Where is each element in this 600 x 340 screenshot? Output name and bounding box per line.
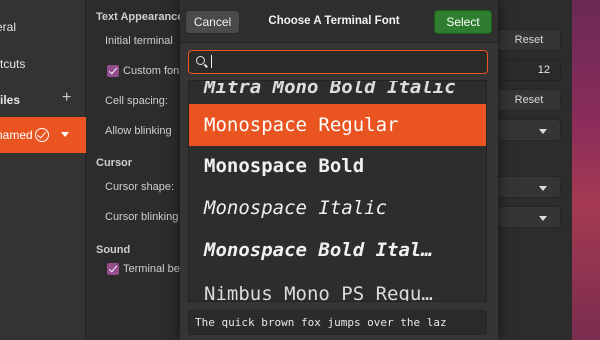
cancel-button[interactable]: Cancel <box>185 10 240 34</box>
text-cursor <box>211 55 212 68</box>
sidebar-item-unnamed-profile[interactable]: named <box>0 117 86 153</box>
custom-font-label: Custom fon <box>123 65 180 77</box>
cursor-blinking-dropdown[interactable] <box>497 206 561 228</box>
default-profile-check-icon <box>35 128 49 142</box>
cursor-blinking-label: Cursor blinking <box>105 211 179 223</box>
terminal-bell-label: Terminal be <box>123 263 180 275</box>
cursor-shape-label: Cursor shape: <box>105 181 175 193</box>
dialog-header: Cancel Choose A Terminal Font Select <box>180 0 498 43</box>
cursor-shape-dropdown[interactable] <box>497 176 561 198</box>
sidebar-item-label: files <box>0 93 21 107</box>
chevron-down-icon <box>539 129 547 134</box>
initial-size-reset-button[interactable]: Reset <box>497 29 561 51</box>
cell-spacing-reset-button[interactable]: Reset <box>497 89 561 111</box>
font-search-input[interactable] <box>188 50 488 74</box>
sidebar-item-label: rtcuts <box>0 57 26 71</box>
sidebar-item-label: eral <box>0 20 17 34</box>
terminal-bell-checkbox[interactable] <box>107 263 119 275</box>
add-profile-icon[interactable]: + <box>62 89 71 107</box>
allow-blinking-dropdown[interactable] <box>497 119 561 141</box>
chevron-down-icon[interactable] <box>61 132 69 137</box>
sidebar-item-shortcuts[interactable]: rtcuts <box>0 46 86 82</box>
font-preview-field[interactable]: The quick brown fox jumps over the laz <box>188 310 487 335</box>
chevron-down-icon <box>539 216 547 221</box>
font-list-item[interactable]: Monospace Bold Ital… <box>189 229 486 271</box>
initial-terminal-size-label: Initial terminal <box>105 35 173 47</box>
font-list[interactable]: Mitra Mono Bold Italic Monospace Regular… <box>188 80 487 302</box>
font-list-item-selected[interactable]: Monospace Regular <box>189 104 486 146</box>
font-chooser-dialog: Cancel Choose A Terminal Font Select Mit… <box>180 0 498 340</box>
dialog-title: Choose A Terminal Font <box>268 15 400 27</box>
section-title-sound: Sound <box>96 244 131 256</box>
select-button[interactable]: Select <box>434 10 492 34</box>
custom-font-checkbox[interactable] <box>107 65 119 77</box>
font-list-item[interactable]: Nimbus Mono PS Regu… <box>189 273 486 301</box>
section-title-cursor: Cursor <box>96 157 133 169</box>
chevron-down-icon <box>539 186 547 191</box>
search-icon <box>196 56 205 65</box>
desktop-wallpaper <box>572 0 600 340</box>
sidebar-item-general[interactable]: eral <box>0 9 86 45</box>
sidebar-item-profiles: files + <box>0 82 86 118</box>
allow-blinking-label: Allow blinking <box>105 125 172 137</box>
sidebar-item-label: named <box>0 128 33 142</box>
cell-spacing-label: Cell spacing: <box>105 95 168 107</box>
sidebar: eral rtcuts files + named <box>0 0 86 340</box>
section-title-text-appearance: Text Appearance <box>96 11 184 23</box>
font-list-item[interactable]: Monospace Italic <box>189 187 486 229</box>
font-list-item[interactable]: Monospace Bold <box>189 145 486 187</box>
font-size-field[interactable]: 12 <box>497 59 561 81</box>
